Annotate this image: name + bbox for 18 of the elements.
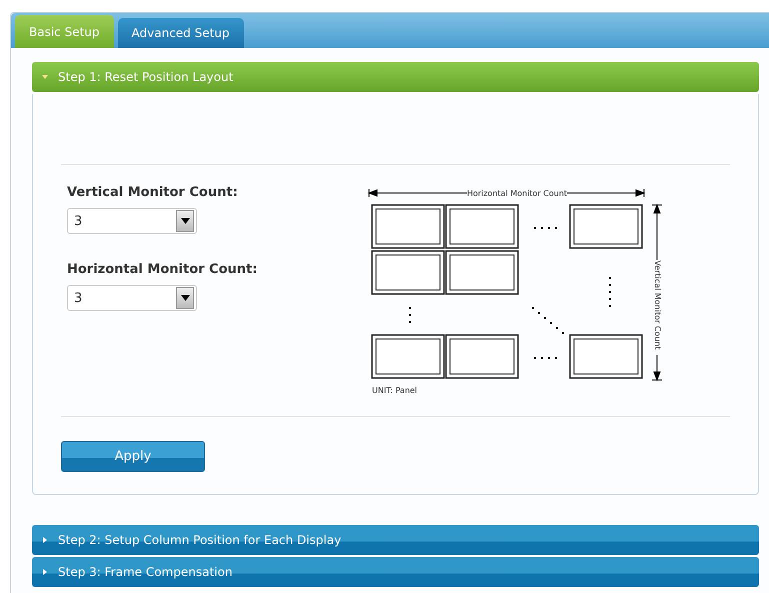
dropdown[interactable]: 3 bbox=[67, 285, 197, 311]
field-label: Vertical Monitor Count: bbox=[67, 185, 239, 200]
apply-button[interactable]: Apply bbox=[61, 441, 205, 472]
field-label: Horizontal Monitor Count: bbox=[67, 262, 258, 277]
dropdown-arrow-icon bbox=[180, 295, 190, 301]
diagram-label: Vertical Monitor Count bbox=[653, 260, 662, 350]
caret-right-icon bbox=[42, 537, 48, 543]
section-header[interactable]: Step 1: Reset Position Layout bbox=[32, 62, 759, 92]
dropdown-arrow-icon bbox=[180, 218, 190, 224]
caret-down-icon bbox=[42, 74, 48, 80]
dropdown[interactable]: 3 bbox=[67, 208, 197, 234]
tab[interactable]: Basic Setup bbox=[15, 15, 114, 48]
section-header[interactable]: Step 2: Setup Column Position for Each Display bbox=[32, 525, 759, 555]
section-header[interactable]: Step 3: Frame Compensation bbox=[32, 557, 759, 587]
tab[interactable]: Advanced Setup bbox=[118, 18, 244, 48]
caret-right-icon bbox=[42, 569, 48, 575]
diagram-label: Horizontal Monitor Count bbox=[467, 189, 568, 198]
unit-label: UNIT: Panel bbox=[372, 386, 418, 395]
